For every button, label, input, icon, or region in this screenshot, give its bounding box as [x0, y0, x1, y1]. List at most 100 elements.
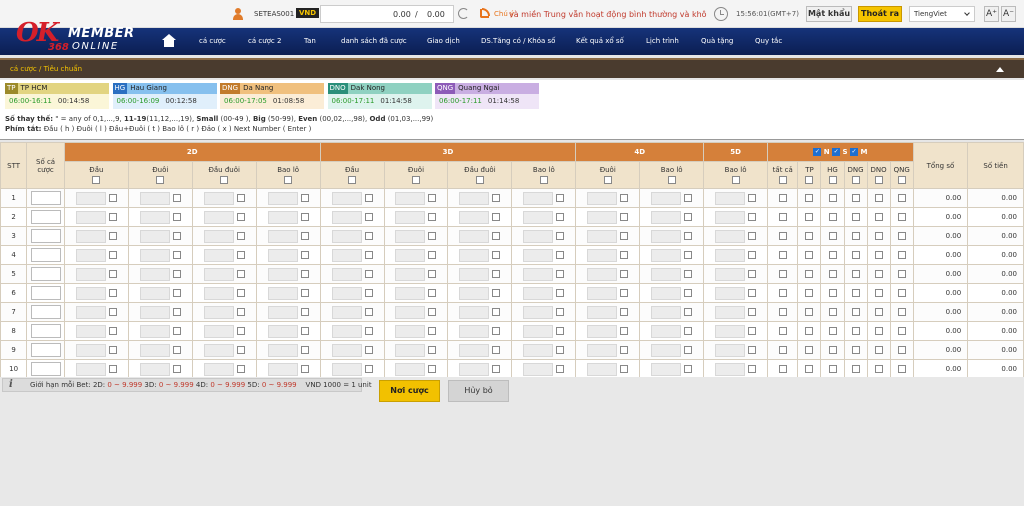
refresh-icon[interactable] [458, 8, 469, 19]
amount-checkbox[interactable] [108, 308, 117, 316]
amount-checkbox[interactable] [556, 327, 565, 335]
province-checkbox[interactable] [828, 365, 837, 373]
amount-checkbox[interactable] [620, 213, 629, 221]
amount-input[interactable] [331, 229, 362, 243]
amount-input[interactable] [523, 286, 554, 300]
amount-checkbox[interactable] [364, 251, 373, 259]
amount-input[interactable] [139, 343, 170, 357]
amount-input[interactable] [267, 305, 298, 319]
amount-input[interactable] [459, 362, 490, 376]
amount-checkbox[interactable] [492, 194, 501, 202]
select-column-checkbox[interactable] [851, 176, 860, 184]
amount-checkbox[interactable] [684, 213, 693, 221]
amount-checkbox[interactable] [748, 308, 757, 316]
province-checkbox[interactable] [778, 213, 787, 221]
nav-transactions[interactable]: Giao dịch [427, 37, 460, 45]
amount-checkbox[interactable] [236, 232, 245, 240]
amount-checkbox[interactable] [492, 365, 501, 373]
amount-input[interactable] [459, 191, 490, 205]
amount-input[interactable] [459, 286, 490, 300]
amount-checkbox[interactable] [428, 213, 437, 221]
amount-checkbox[interactable] [492, 289, 501, 297]
province-checkbox[interactable] [851, 327, 860, 335]
amount-checkbox[interactable] [172, 365, 181, 373]
amount-checkbox[interactable] [364, 270, 373, 278]
bet-number-input[interactable] [30, 343, 61, 357]
amount-checkbox[interactable] [108, 270, 117, 278]
amount-checkbox[interactable] [620, 270, 629, 278]
amount-checkbox[interactable] [748, 365, 757, 373]
amount-input[interactable] [523, 362, 554, 376]
select-column-checkbox[interactable] [156, 176, 165, 184]
province-checkbox[interactable] [778, 365, 787, 373]
province-checkbox[interactable] [874, 346, 883, 354]
amount-input[interactable] [459, 324, 490, 338]
province-checkbox[interactable] [851, 365, 860, 373]
amount-checkbox[interactable] [748, 232, 757, 240]
amount-checkbox[interactable] [620, 232, 629, 240]
amount-checkbox[interactable] [236, 308, 245, 316]
amount-input[interactable] [203, 229, 234, 243]
amount-checkbox[interactable] [300, 346, 309, 354]
amount-input[interactable] [75, 267, 106, 281]
amount-checkbox[interactable] [172, 327, 181, 335]
amount-input[interactable] [203, 286, 234, 300]
amount-checkbox[interactable] [492, 213, 501, 221]
province-checkbox[interactable] [828, 213, 837, 221]
amount-input[interactable] [203, 210, 234, 224]
amount-checkbox[interactable] [684, 232, 693, 240]
amount-checkbox[interactable] [428, 308, 437, 316]
select-column-checkbox[interactable] [874, 176, 883, 184]
amount-input[interactable] [715, 324, 746, 338]
province-checkbox[interactable] [874, 327, 883, 335]
province-checkbox[interactable] [828, 289, 837, 297]
nav-bet-list[interactable]: danh sách đã cược [341, 37, 407, 45]
amount-input[interactable] [75, 191, 106, 205]
amount-input[interactable] [75, 343, 106, 357]
amount-checkbox[interactable] [428, 251, 437, 259]
amount-input[interactable] [75, 324, 106, 338]
collapse-icon[interactable] [996, 67, 1004, 72]
amount-input[interactable] [203, 248, 234, 262]
amount-checkbox[interactable] [300, 365, 309, 373]
amount-checkbox[interactable] [172, 346, 181, 354]
amount-checkbox[interactable] [684, 289, 693, 297]
amount-checkbox[interactable] [172, 213, 181, 221]
amount-input[interactable] [139, 191, 170, 205]
amount-input[interactable] [587, 324, 618, 338]
amount-input[interactable] [395, 267, 426, 281]
amount-input[interactable] [203, 305, 234, 319]
amount-checkbox[interactable] [236, 213, 245, 221]
amount-checkbox[interactable] [428, 270, 437, 278]
province-checkbox[interactable] [874, 308, 883, 316]
amount-checkbox[interactable] [236, 251, 245, 259]
language-select[interactable]: TiengViet [909, 6, 975, 22]
amount-input[interactable] [331, 191, 362, 205]
amount-input[interactable] [331, 267, 362, 281]
province-checkbox[interactable] [805, 251, 814, 259]
select-column-checkbox[interactable] [603, 176, 612, 184]
province-checkbox[interactable] [851, 194, 860, 202]
amount-checkbox[interactable] [172, 308, 181, 316]
amount-checkbox[interactable] [684, 194, 693, 202]
province-checkbox[interactable] [778, 289, 787, 297]
province-checkbox[interactable] [851, 289, 860, 297]
amount-input[interactable] [587, 362, 618, 376]
bet-number-input[interactable] [30, 324, 61, 338]
bet-number-input[interactable] [30, 267, 61, 281]
amount-checkbox[interactable] [492, 270, 501, 278]
amount-input[interactable] [715, 305, 746, 319]
region-m-checkbox[interactable]: ✓ [850, 148, 858, 156]
amount-checkbox[interactable] [748, 213, 757, 221]
province-checkbox[interactable] [805, 327, 814, 335]
amount-input[interactable] [651, 229, 682, 243]
amount-checkbox[interactable] [684, 327, 693, 335]
font-increase-button[interactable]: A⁺ [984, 6, 999, 22]
province-checkbox[interactable] [828, 270, 837, 278]
amount-checkbox[interactable] [300, 251, 309, 259]
amount-checkbox[interactable] [684, 365, 693, 373]
select-column-checkbox[interactable] [667, 176, 676, 184]
nav-number-lock[interactable]: DS.Tăng có / Khóa số [481, 37, 555, 45]
select-column-checkbox[interactable] [805, 176, 814, 184]
province-checkbox[interactable] [897, 327, 906, 335]
